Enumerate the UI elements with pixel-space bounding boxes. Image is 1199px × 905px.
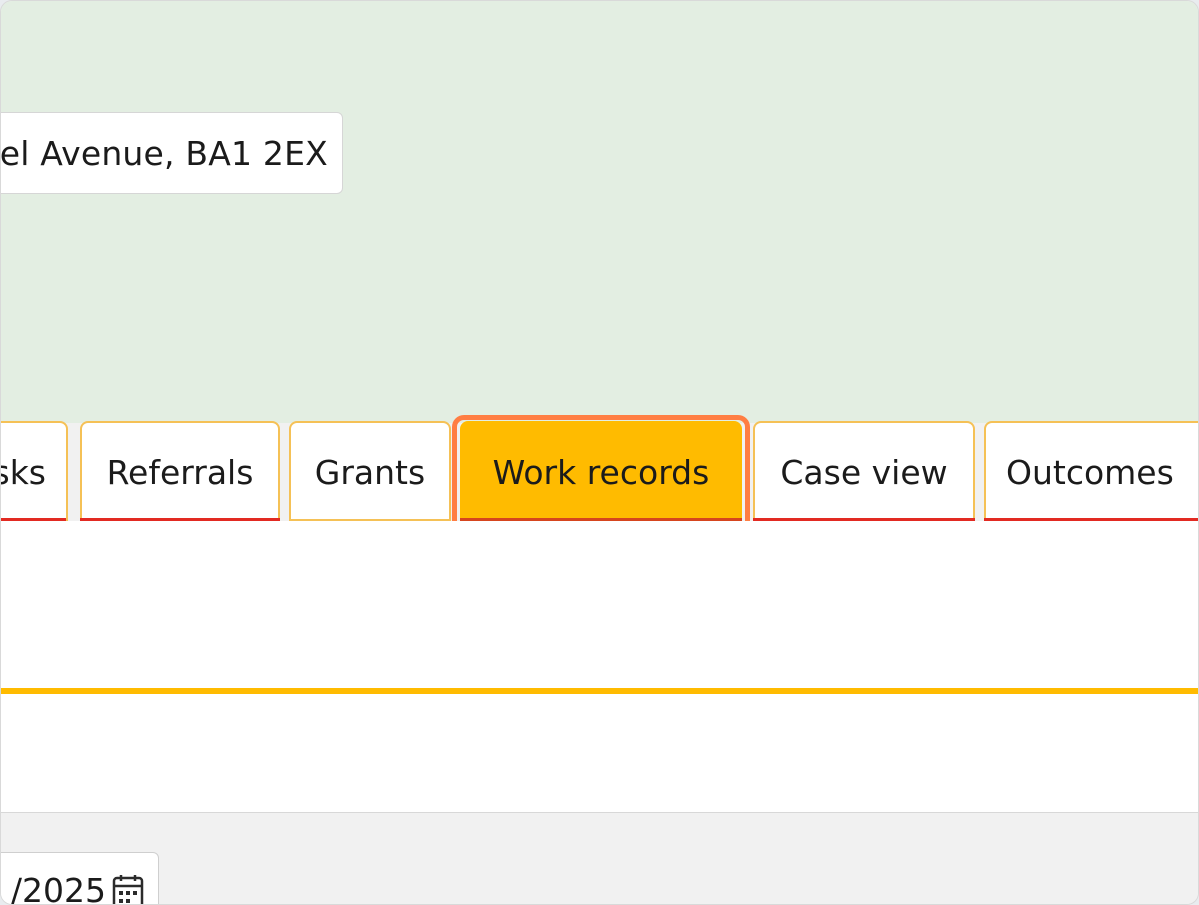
address-chip: el Avenue, BA1 2EX <box>0 112 343 194</box>
date-value: /2025 <box>10 871 106 905</box>
tab-label: Case view <box>780 452 948 492</box>
tab-label: Grants <box>314 452 426 492</box>
tab-label: Work records <box>492 452 710 492</box>
address-text: el Avenue, BA1 2EX <box>0 133 328 173</box>
date-input[interactable]: /2025 <box>1 852 159 905</box>
tab-case-view[interactable]: Case view <box>753 421 975 521</box>
tab-work-records[interactable]: Work records <box>460 421 742 521</box>
tab-referrals[interactable]: Referrals <box>80 421 280 521</box>
app-window: el Avenue, BA1 2EX sks Referrals Grants … <box>0 0 1199 905</box>
tab-label: Outcomes <box>1006 452 1174 492</box>
tab-outcomes[interactable]: Outcomes <box>984 421 1198 521</box>
record-header: el Avenue, BA1 2EX <box>0 1 1198 423</box>
calendar-icon[interactable] <box>112 874 144 905</box>
section-divider <box>1 688 1198 694</box>
tab-tasks[interactable]: sks <box>1 421 68 521</box>
tab-label: Referrals <box>106 452 254 492</box>
tab-grants[interactable]: Grants <box>289 421 451 521</box>
tab-bar: sks Referrals Grants Work records Case v… <box>1 421 1198 523</box>
lower-section <box>1 813 1198 904</box>
tab-label: sks <box>1 452 46 492</box>
tab-content-panel <box>1 521 1198 813</box>
